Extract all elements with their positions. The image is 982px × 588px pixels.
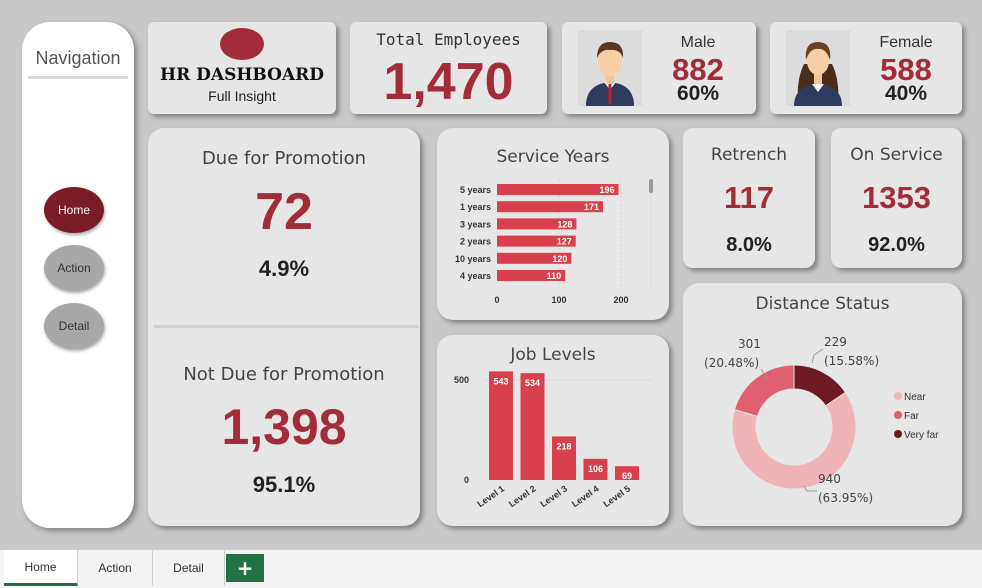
data-label: 218 — [556, 441, 571, 451]
male-card: Male 882 60% — [562, 22, 756, 114]
data-label: 127 — [557, 237, 572, 247]
tick-label: 500 — [454, 375, 469, 385]
category-label: Level 1 — [475, 483, 506, 509]
tick-label: 0 — [494, 295, 499, 305]
category-label: 5 years — [460, 185, 491, 195]
legend-label: Very far — [904, 430, 939, 441]
on-service-percent: 92.0% — [868, 234, 925, 256]
category-label: 2 years — [460, 237, 491, 247]
category-label: Level 3 — [538, 483, 569, 509]
data-label: 534 — [525, 378, 540, 388]
male-label: Male — [680, 34, 716, 51]
female-label: Female — [879, 34, 933, 51]
service-years-chart: 5 years 196 1 years 171 3 years 128 2 years 127… — [455, 179, 653, 305]
category-label: Level 5 — [601, 483, 632, 509]
legend-label: Far — [904, 411, 920, 422]
total-employees-label: Total Employees — [376, 30, 521, 49]
dashboard-title: HR DASHBOARD — [160, 65, 324, 85]
job-levels-card: Job Levels 500 0 543 Level 1 534 Level 2 218 Le… — [437, 335, 669, 526]
legend-marker — [894, 392, 902, 400]
due-promotion-label: Due for Promotion — [201, 148, 367, 169]
retrench-label: Retrench — [710, 145, 788, 165]
male-avatar-icon — [578, 30, 642, 106]
data-label: 110 — [547, 271, 562, 281]
not-due-promotion-value: 1,398 — [221, 399, 347, 455]
legend-label: Near — [904, 392, 926, 403]
female-percent: 40% — [884, 82, 928, 105]
promotion-divider — [154, 325, 418, 328]
leader-line — [811, 348, 824, 364]
sheet-tab-bar: Home Action Detail + — [0, 549, 982, 588]
dashboard-subtitle: Full Insight — [208, 88, 276, 104]
category-label: Level 4 — [570, 483, 601, 509]
promotion-card: Due for Promotion 72 4.9% Not Due for Pr… — [148, 128, 420, 526]
nav-button-home[interactable]: Home — [44, 187, 104, 233]
retrench-percent: 8.0% — [726, 234, 772, 256]
data-label: 543 — [493, 376, 508, 386]
data-label: 106 — [588, 464, 603, 474]
female-avatar-icon — [786, 30, 850, 106]
plus-icon: + — [236, 556, 254, 580]
bar — [489, 371, 513, 480]
data-label: (20.48%) — [704, 356, 759, 370]
service-years-card: Service Years 5 years 196 1 years 171 3 year… — [437, 128, 669, 320]
legend-marker — [894, 411, 902, 419]
data-label: (15.58%) — [824, 354, 879, 368]
data-label: 940 — [818, 472, 841, 486]
tick-label: 100 — [551, 295, 566, 305]
distance-status-card: Distance Status 940 (63.95%) 301 (20.48%) 22… — [683, 283, 962, 526]
category-label: 1 years — [460, 202, 491, 212]
on-service-card: On Service 1353 92.0% — [831, 128, 962, 268]
data-label: 171 — [584, 202, 599, 212]
male-percent: 60% — [676, 82, 720, 105]
bar — [520, 373, 545, 480]
retrench-value: 117 — [723, 180, 774, 215]
navigation-title: Navigation — [35, 48, 121, 68]
donut-slice — [733, 364, 795, 417]
add-sheet-button[interactable]: + — [226, 554, 264, 582]
due-promotion-percent: 4.9% — [258, 256, 310, 281]
data-label: 120 — [552, 254, 567, 264]
due-promotion-value: 72 — [255, 183, 313, 241]
sheet-tab-detail[interactable]: Detail — [153, 550, 225, 586]
category-label: 4 years — [460, 271, 491, 281]
not-due-promotion-percent: 95.1% — [252, 472, 316, 497]
on-service-value: 1353 — [862, 180, 931, 215]
total-employees-value: 1,470 — [383, 53, 514, 111]
sheet-tab-action[interactable]: Action — [78, 550, 153, 586]
logo-icon — [220, 28, 264, 60]
legend-marker — [894, 430, 902, 438]
tick-label: 0 — [464, 475, 469, 485]
data-label: (63.95%) — [818, 491, 873, 505]
data-label: 128 — [557, 219, 572, 229]
category-label: 3 years — [460, 219, 491, 229]
category-label: Level 2 — [507, 483, 538, 509]
scrollbar-thumb — [649, 179, 653, 193]
data-label: 69 — [622, 471, 632, 481]
navigation-divider — [28, 76, 128, 79]
on-service-label: On Service — [850, 145, 943, 165]
navigation-panel: Navigation Home Action Detail — [22, 22, 134, 528]
data-label: 196 — [599, 185, 614, 195]
tick-label: 200 — [613, 295, 628, 305]
female-card: Female 588 40% — [770, 22, 962, 114]
distance-status-chart: 940 (63.95%) 301 (20.48%) 229 (15.58%) Near Far… — [704, 335, 939, 505]
job-levels-chart: 500 0 543 Level 1 534 Level 2 218 Level 3 106 Lev… — [454, 371, 652, 509]
sheet-tab-home[interactable]: Home — [4, 550, 78, 586]
retrench-card: Retrench 117 8.0% — [683, 128, 815, 268]
nav-button-detail[interactable]: Detail — [44, 303, 104, 349]
category-label: 10 years — [455, 254, 491, 264]
data-label: 301 — [738, 337, 761, 351]
header-card: HR DASHBOARD Full Insight — [148, 22, 336, 114]
data-label: 229 — [824, 335, 847, 349]
total-employees-card: Total Employees 1,470 — [350, 22, 547, 114]
nav-button-action[interactable]: Action — [44, 245, 104, 291]
not-due-promotion-label: Not Due for Promotion — [183, 364, 385, 385]
